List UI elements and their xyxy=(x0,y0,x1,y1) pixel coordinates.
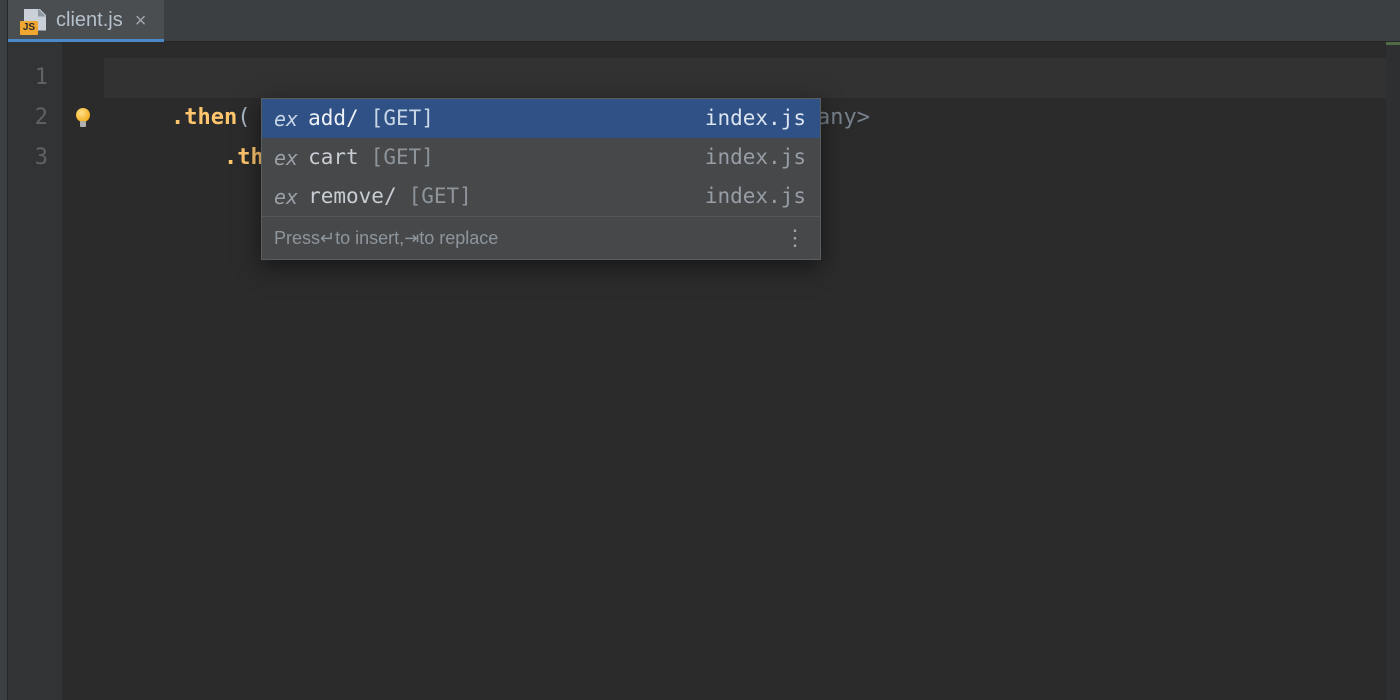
completion-kind-icon: ex xyxy=(274,187,298,207)
gutter-icons xyxy=(62,42,104,700)
tab-key-icon: ⇥ xyxy=(404,229,419,247)
completion-kind-icon: ex xyxy=(274,148,298,168)
completion-kind-icon: ex xyxy=(274,109,298,129)
editor[interactable]: 1 2 3 fetch( input: '')Promise<Response>… xyxy=(8,42,1400,700)
enter-key-icon: ↵ xyxy=(320,229,335,247)
editor-tab-client-js[interactable]: JS client.js × xyxy=(8,0,164,41)
vertical-scrollbar[interactable] xyxy=(1386,42,1400,700)
completion-item[interactable]: ex remove/ [GET] index.js xyxy=(262,177,820,216)
current-line-highlight xyxy=(104,58,1400,98)
line-number: 1 xyxy=(8,58,62,98)
completion-popup[interactable]: exadd/[GET]index.jsexcart[GET]index.jsex… xyxy=(261,98,821,260)
completion-method: [GET] xyxy=(371,108,434,129)
tab-filename: client.js xyxy=(56,9,123,32)
left-tool-strip[interactable] xyxy=(0,0,8,700)
editor-tab-bar: JS client.js × xyxy=(8,0,1400,42)
completion-file: index.js xyxy=(705,147,806,168)
line-number: 3 xyxy=(8,138,62,178)
completion-method: [GET] xyxy=(409,186,472,207)
completion-path: remove/ xyxy=(308,186,397,207)
line-number-gutter: 1 2 3 xyxy=(8,42,62,700)
intention-bulb-icon[interactable] xyxy=(73,108,93,128)
completion-item[interactable]: excart [GET] index.js xyxy=(262,138,820,177)
js-file-icon: JS xyxy=(20,9,46,33)
completion-item[interactable]: ex add/ [GET] index.js xyxy=(262,99,820,138)
completion-file: index.js xyxy=(705,186,806,207)
completion-path: add/ xyxy=(308,108,359,129)
close-tab-icon[interactable]: × xyxy=(133,11,149,31)
completion-file: index.js xyxy=(705,108,806,129)
completion-footer: Press ↵ to insert, ⇥ to replace ⋮ xyxy=(262,216,820,259)
completion-path: cart xyxy=(308,147,359,168)
line-number: 2 xyxy=(8,98,62,138)
more-options-icon[interactable]: ⋮ xyxy=(784,227,808,249)
code-area[interactable]: fetch( input: '')Promise<Response> .then… xyxy=(104,42,1400,700)
completion-method: [GET] xyxy=(371,147,434,168)
